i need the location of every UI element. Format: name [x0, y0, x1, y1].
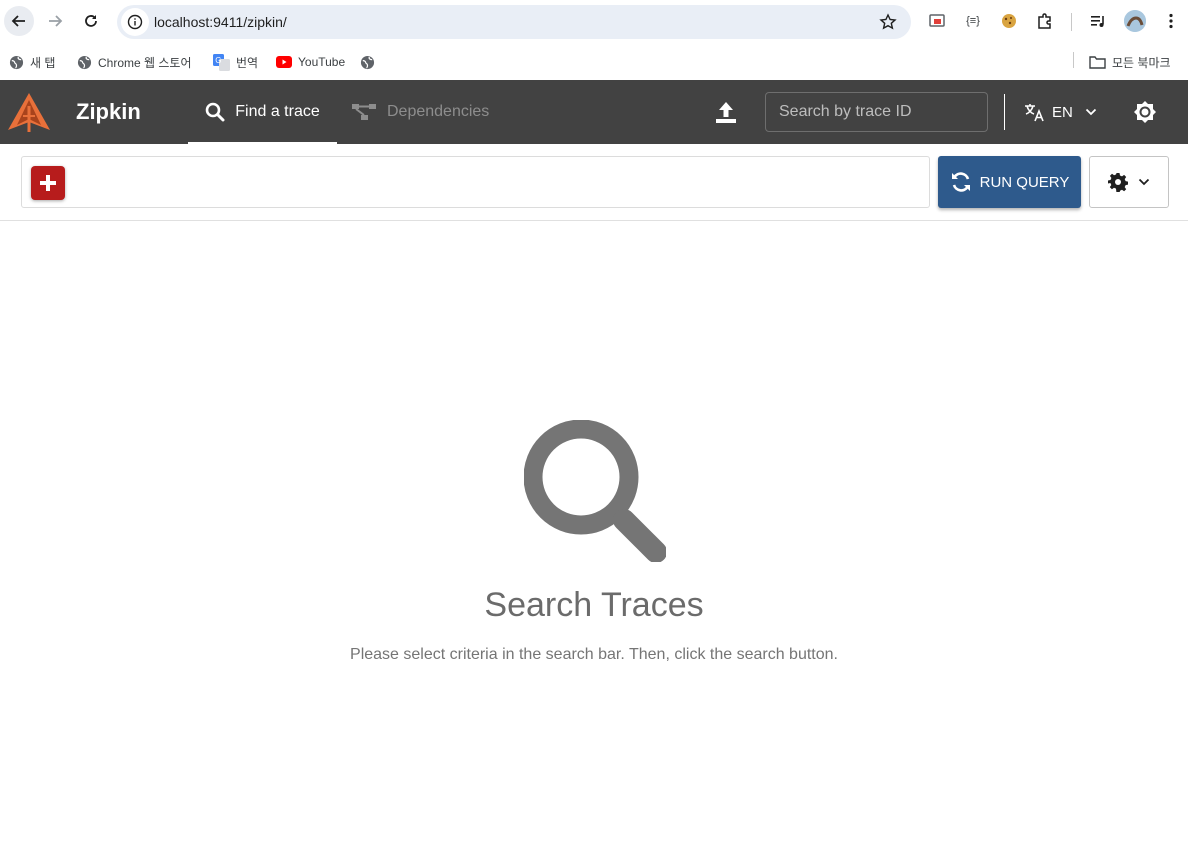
bookmarks-bar: 새 탭 Chrome 웹 스토어 G 번역 YouTube 모든 북마크 — [0, 44, 1188, 80]
arrow-right-icon — [49, 15, 63, 27]
gear-icon — [1108, 173, 1128, 192]
language-label: EN — [1052, 103, 1073, 121]
tab-dependencies[interactable]: Dependencies — [352, 80, 489, 144]
puzzle-icon[interactable] — [1035, 11, 1055, 31]
zipkin-logo-icon — [8, 93, 50, 132]
search-icon — [524, 420, 666, 562]
language-selector[interactable]: EN — [1024, 100, 1097, 124]
all-bookmarks-label: 모든 북마크 — [1112, 55, 1171, 70]
search-settings-button[interactable] — [1089, 156, 1169, 208]
globe-icon — [360, 55, 375, 69]
youtube-icon — [276, 56, 292, 68]
info-icon — [127, 14, 143, 30]
all-bookmarks-folder[interactable]: 모든 북마크 — [1089, 50, 1171, 74]
search-icon — [205, 102, 225, 122]
globe-icon — [9, 55, 24, 69]
sitemap-icon — [352, 104, 376, 120]
empty-state-title: Search Traces — [484, 586, 704, 624]
address-bar[interactable]: localhost:9411/zipkin/ — [117, 5, 911, 39]
cookie-icon[interactable] — [999, 11, 1019, 31]
bookmark-new-tab[interactable]: 새 탭 — [9, 50, 55, 74]
site-info-button[interactable] — [121, 8, 149, 36]
tab-label: Find a trace — [235, 103, 320, 120]
arrow-left-icon — [11, 15, 25, 27]
svg-text:G: G — [215, 56, 221, 65]
plus-icon — [40, 175, 56, 191]
tab-find-a-trace[interactable]: Find a trace — [188, 80, 337, 144]
bookmark-label: 번역 — [236, 55, 259, 70]
forward-button[interactable] — [40, 6, 70, 36]
bookmark-label: YouTube — [298, 55, 346, 69]
bookmarks-divider — [1073, 52, 1074, 68]
run-query-label: RUN QUERY — [979, 173, 1070, 191]
bookmark-globe[interactable] — [360, 50, 375, 74]
search-bar: RUN QUERY — [0, 144, 1188, 221]
upload-icon — [716, 102, 736, 123]
chevron-down-icon — [1085, 108, 1096, 116]
app-header: Zipkin Find a trace Dependencies EN — [0, 80, 1188, 144]
upload-trace-button[interactable] — [713, 99, 739, 125]
globe-icon — [77, 55, 92, 69]
bookmark-youtube[interactable]: YouTube — [276, 50, 345, 74]
chevron-down-icon — [1138, 178, 1150, 186]
add-criteria-button[interactable] — [31, 166, 65, 200]
star-icon — [879, 13, 897, 30]
tab-label: Dependencies — [387, 103, 490, 120]
theme-toggle-button[interactable] — [1132, 99, 1158, 125]
google-translate-icon: G — [213, 53, 230, 71]
profile-avatar[interactable] — [1124, 10, 1146, 32]
criteria-input-area[interactable] — [21, 156, 930, 208]
browser-toolbar: localhost:9411/zipkin/ {≡} — [0, 0, 1188, 44]
trace-id-search-input[interactable] — [765, 92, 988, 132]
cast-icon[interactable] — [927, 11, 947, 31]
refresh-icon — [951, 172, 970, 192]
back-button[interactable] — [4, 6, 34, 36]
toolbar-divider — [1071, 13, 1072, 31]
brightness-icon — [1134, 101, 1156, 123]
folder-icon — [1089, 56, 1106, 69]
more-menu-icon[interactable] — [1161, 11, 1181, 31]
run-query-button[interactable]: RUN QUERY — [938, 156, 1081, 208]
app-title[interactable]: Zipkin — [76, 99, 141, 125]
url-text: localhost:9411/zipkin/ — [154, 14, 287, 30]
bookmark-translate[interactable]: G 번역 — [213, 50, 258, 74]
header-divider — [1004, 94, 1005, 130]
media-icon[interactable] — [1089, 11, 1109, 31]
empty-state-description: Please select criteria in the search bar… — [350, 646, 838, 663]
bookmark-label: 새 탭 — [30, 55, 56, 70]
bookmark-label: Chrome 웹 스토어 — [98, 55, 192, 70]
bookmark-star-button[interactable] — [879, 13, 897, 31]
reload-button[interactable] — [76, 6, 106, 36]
bookmark-chrome-web-store[interactable]: Chrome 웹 스토어 — [77, 50, 192, 74]
zipkin-logo[interactable] — [7, 92, 51, 134]
json-viewer-icon[interactable]: {≡} — [963, 11, 983, 31]
translate-icon — [1025, 104, 1044, 122]
reload-icon — [85, 15, 97, 27]
